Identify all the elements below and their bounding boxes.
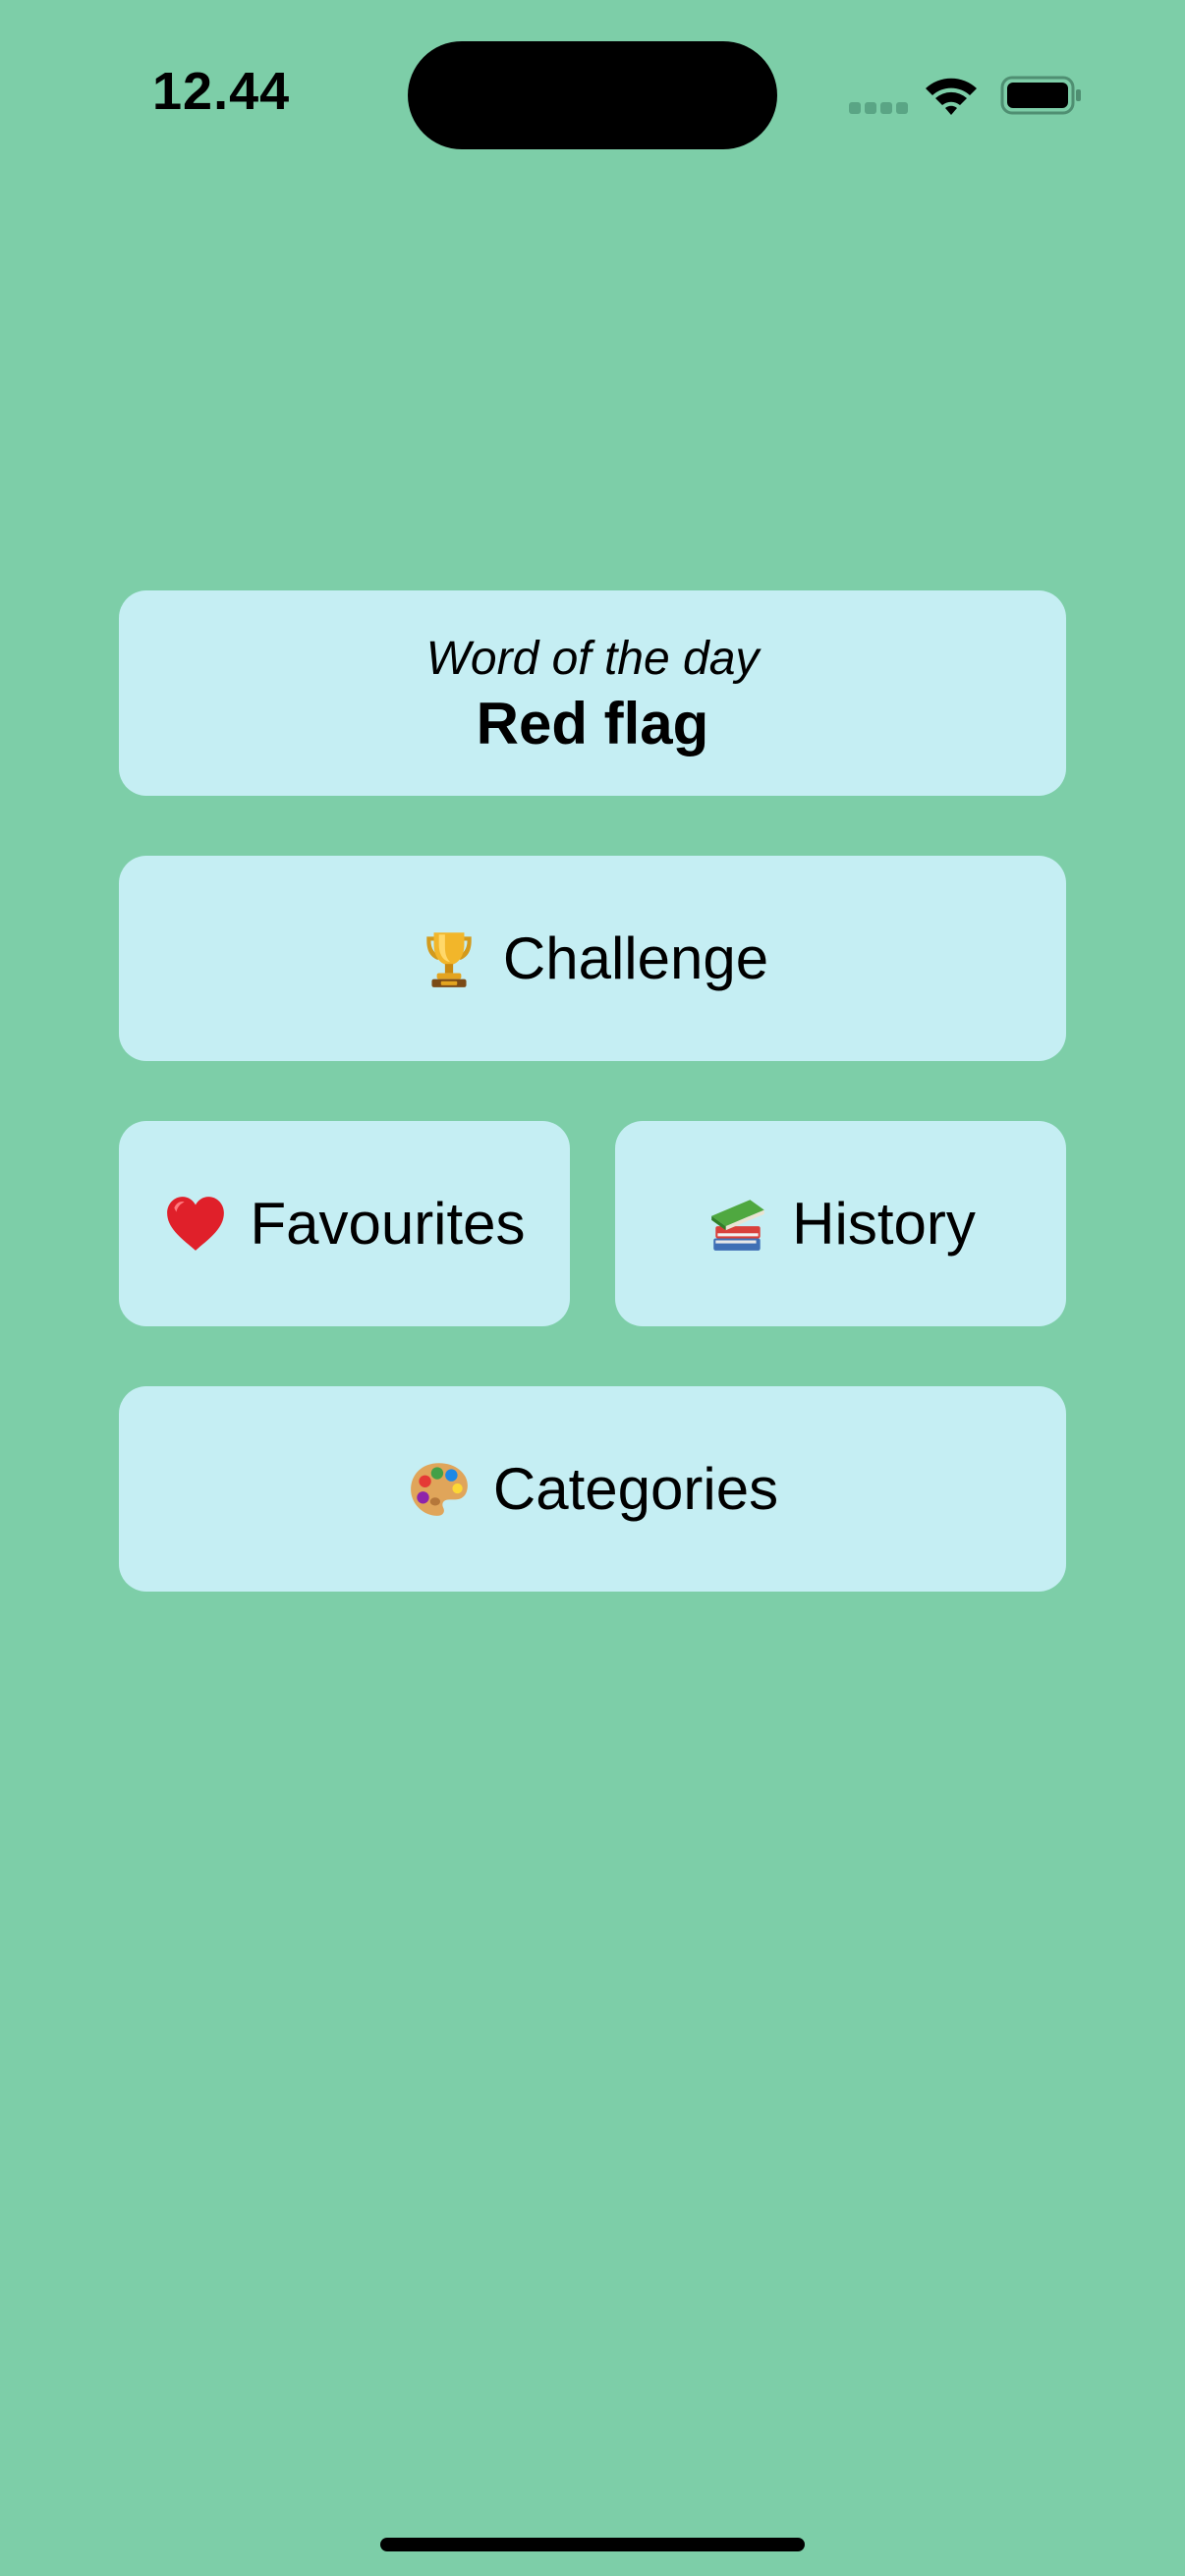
word-of-the-day-card[interactable]: Word of the day Red flag — [119, 590, 1066, 796]
palette-icon — [411, 1462, 468, 1516]
status-bar: 12.44 — [0, 0, 1185, 196]
trophy-icon — [426, 931, 472, 987]
books-icon — [711, 1199, 764, 1251]
battery-icon — [1000, 76, 1081, 115]
challenge-button[interactable]: Challenge — [119, 856, 1066, 1061]
signal-dots-icon — [849, 102, 908, 116]
favourites-button[interactable]: Favourites — [119, 1121, 570, 1326]
categories-label: Categories — [492, 1455, 779, 1522]
word-of-the-day-label: Word of the day — [425, 632, 760, 685]
challenge-label: Challenge — [502, 924, 769, 991]
home-indicator[interactable] — [380, 2538, 805, 2551]
favourites-label: Favourites — [250, 1190, 526, 1257]
history-button[interactable]: History — [615, 1121, 1066, 1326]
dynamic-island — [408, 41, 777, 149]
heart-icon — [167, 1196, 225, 1251]
word-of-the-day-word: Red flag — [476, 690, 709, 756]
categories-button[interactable]: Categories — [119, 1386, 1066, 1592]
status-time: 12.44 — [152, 62, 291, 121]
history-label: History — [792, 1190, 976, 1257]
wifi-icon — [926, 78, 977, 115]
